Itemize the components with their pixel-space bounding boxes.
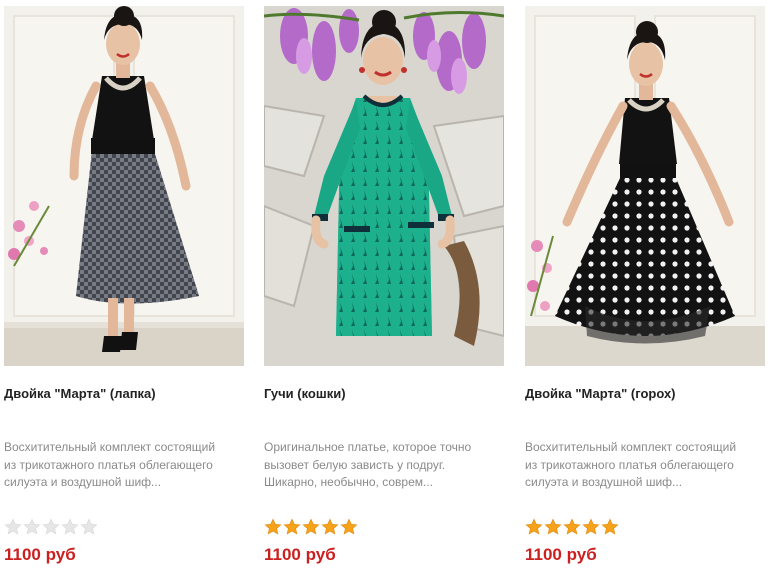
rating-stars[interactable]	[4, 518, 98, 538]
star-filled-icon[interactable]	[283, 518, 301, 536]
description-line: Восхитительный комплект состоящий	[4, 440, 216, 454]
product-title[interactable]: Двойка "Марта" (горох)	[525, 386, 765, 402]
product-price: 1100 руб	[264, 545, 336, 564]
star-empty-icon[interactable]	[80, 518, 98, 536]
description-line: из трикотажного платья облегающего	[525, 457, 734, 472]
product-title[interactable]: Гучи (кошки)	[264, 386, 504, 402]
star-filled-icon[interactable]	[582, 518, 600, 536]
product-grid: Двойка "Марта" (лапка) Восхитительный ко…	[0, 0, 776, 578]
product-description: Восхитительный комплект состоящий из три…	[525, 439, 765, 492]
star-filled-icon[interactable]	[302, 518, 320, 536]
product-photo[interactable]	[525, 6, 765, 366]
description-line: вызовет белую зависть у подруг.	[264, 457, 446, 472]
star-filled-icon[interactable]	[340, 518, 358, 536]
product-price: 1100 руб	[4, 545, 76, 564]
woman-polka-dot-skirt-photo	[525, 6, 765, 366]
product-description: Восхитительный комплект состоящий из три…	[4, 439, 244, 492]
product-card: Двойка "Марта" (лапка) Восхитительный ко…	[4, 6, 244, 578]
product-card: Гучи (кошки) Оригинальное платье, которо…	[264, 6, 504, 578]
product-card: Двойка "Марта" (горох) Восхитительный ко…	[525, 6, 765, 578]
description-line: силуэта и воздушной шиф...	[525, 475, 683, 489]
product-photo[interactable]	[264, 6, 504, 366]
rating-stars[interactable]	[525, 518, 619, 538]
description-line: Оригинальное платье, которое точно	[264, 440, 472, 454]
star-filled-icon[interactable]	[321, 518, 339, 536]
star-empty-icon[interactable]	[61, 518, 79, 536]
description-line: Шикарно, необычно, соврем...	[264, 475, 434, 489]
star-filled-icon[interactable]	[525, 518, 543, 536]
star-filled-icon[interactable]	[264, 518, 282, 536]
product-title[interactable]: Двойка "Марта" (лапка)	[4, 386, 244, 402]
star-empty-icon[interactable]	[4, 518, 22, 536]
star-filled-icon[interactable]	[563, 518, 581, 536]
star-filled-icon[interactable]	[601, 518, 619, 536]
star-filled-icon[interactable]	[544, 518, 562, 536]
rating-stars[interactable]	[264, 518, 358, 538]
description-line: из трикотажного платья облегающего	[4, 457, 213, 472]
star-empty-icon[interactable]	[23, 518, 41, 536]
description-line: Восхитительный комплект состоящий	[525, 440, 737, 454]
star-empty-icon[interactable]	[42, 518, 60, 536]
product-photo[interactable]	[4, 6, 244, 366]
description-line: силуэта и воздушной шиф...	[4, 475, 162, 489]
product-description: Оригинальное платье, которое точно вызов…	[264, 439, 504, 492]
woman-houndstooth-skirt-photo	[4, 6, 244, 366]
product-price: 1100 руб	[525, 545, 597, 564]
woman-cat-print-dress-photo	[264, 6, 504, 366]
